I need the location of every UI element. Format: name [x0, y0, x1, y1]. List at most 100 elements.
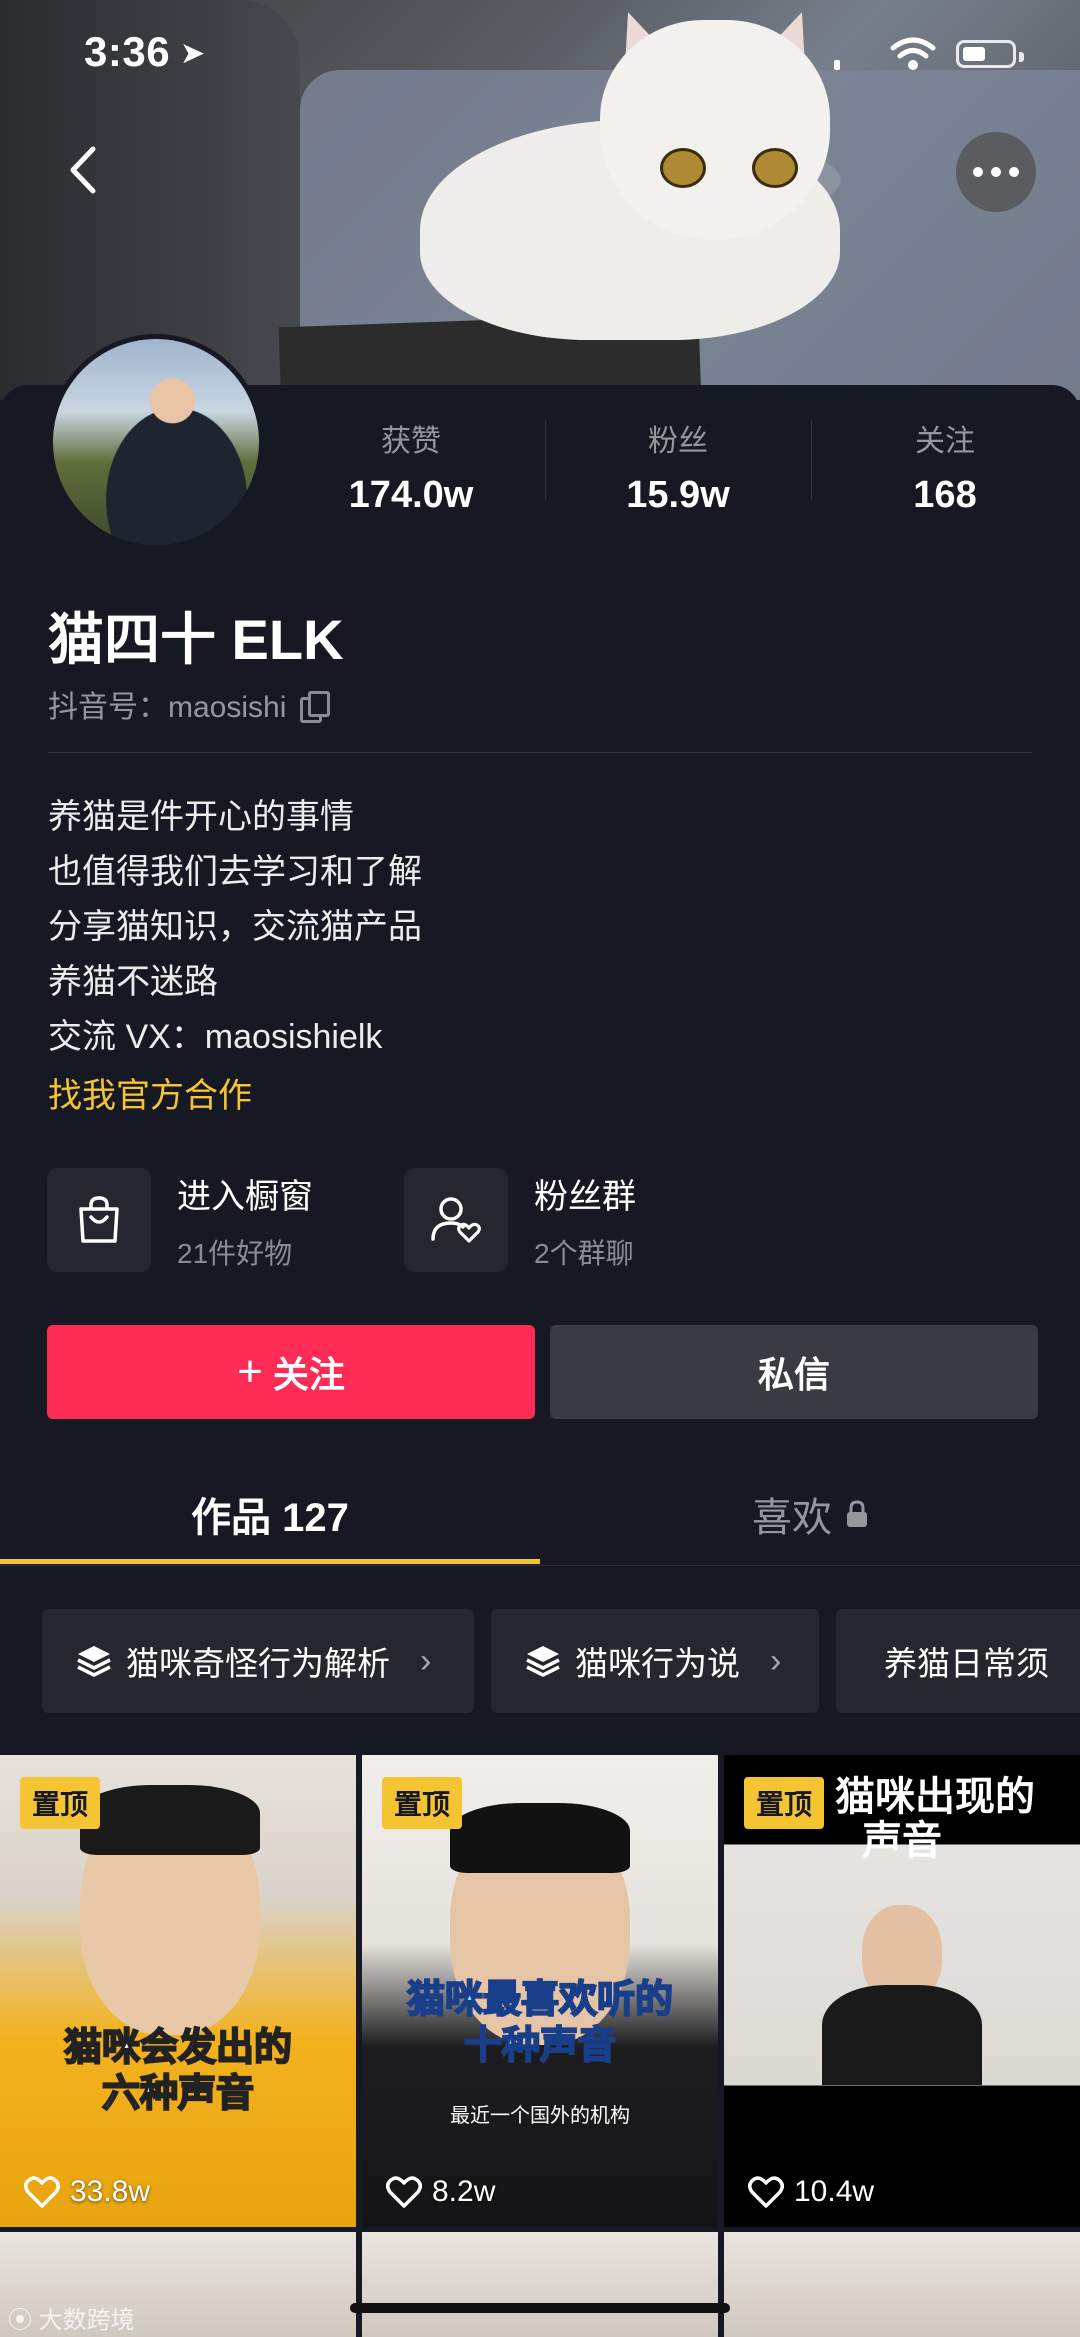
tab-works-label: 作品 127	[191, 1496, 349, 1540]
thumb-hair	[450, 1803, 630, 1873]
collection-chip[interactable]: 猫咪奇怪行为解析 ›	[42, 1609, 474, 1713]
video-subcaption: 最近一个国外的机构	[450, 2105, 630, 2127]
back-button[interactable]	[52, 140, 112, 200]
bio-line: 交流 VX：maosishielk	[48, 1018, 383, 1056]
tab-indicator	[0, 1559, 540, 1564]
stat-likes[interactable]: 获赞 174.0w	[311, 416, 511, 517]
wifi-icon	[890, 37, 936, 70]
chevron-left-icon	[70, 146, 96, 194]
stat-label: 关注	[915, 425, 975, 458]
video-thumbnail[interactable]: 猫咪出现的 声音 置顶 10.4w	[724, 1755, 1080, 2227]
more-button[interactable]	[956, 132, 1036, 212]
tab-likes[interactable]: 喜欢	[540, 1485, 1080, 1543]
collection-chip[interactable]: 养猫日常须	[836, 1609, 1080, 1713]
fan-group-icon	[404, 1168, 508, 1272]
message-button[interactable]: 私信	[550, 1325, 1038, 1419]
pinned-badge: 置顶	[744, 1777, 825, 1829]
video-thumbnail[interactable]	[362, 2232, 718, 2337]
chevron-right-icon: ›	[770, 1641, 782, 1680]
profile-bio: 养猫是件开心的事情 也值得我们去学习和了解 分享猫知识，交流猫产品 养猫不迷路 …	[48, 790, 422, 1065]
collection-label: 猫咪行为说	[575, 1645, 740, 1682]
banner-cat-head	[600, 20, 830, 240]
caption-line: 猫咪最喜欢听的	[406, 1978, 674, 2022]
entry-title: 粉丝群	[534, 1177, 636, 1216]
video-likes: 10.4w	[748, 2175, 874, 2209]
pinned-badge: 置顶	[382, 1777, 463, 1829]
tab-divider	[0, 1565, 1080, 1566]
status-time: 3:36	[84, 28, 171, 75]
video-thumbnail[interactable]: 置顶 猫咪最喜欢听的 十种声音 最近一个国外的机构 8.2w	[362, 1755, 718, 2227]
bio-line: 养猫不迷路	[48, 963, 218, 1001]
layers-icon	[526, 1646, 560, 1677]
video-caption: 猫咪最喜欢听的 十种声音	[362, 1977, 718, 2069]
likes-count: 33.8w	[70, 2175, 151, 2208]
stat-following[interactable]: 关注 168	[845, 416, 1045, 517]
heart-icon	[386, 2176, 422, 2208]
more-dots-icon	[991, 167, 1001, 177]
video-thumbnail[interactable]	[724, 2232, 1080, 2337]
caption-line: 十种声音	[463, 2024, 617, 2068]
thumb-hair	[80, 1785, 260, 1855]
entry-subtitle: 2个群聊	[534, 1237, 634, 1269]
follow-label: 关注	[272, 1354, 345, 1395]
stat-label: 粉丝	[648, 425, 708, 458]
stat-followers[interactable]: 粉丝 15.9w	[578, 416, 778, 517]
cooperation-link[interactable]: 找我官方合作	[48, 1068, 252, 1117]
heart-icon	[748, 2176, 784, 2208]
thumb-body	[822, 1985, 982, 2085]
message-label: 私信	[757, 1354, 830, 1395]
bio-line: 也值得我们去学习和了解	[48, 853, 422, 891]
location-arrow-icon: ➤	[180, 37, 206, 70]
follow-button[interactable]: + 关注	[47, 1325, 535, 1419]
battery-nub	[1019, 52, 1024, 62]
stat-divider	[811, 420, 812, 500]
stat-value: 174.0w	[348, 474, 474, 516]
stat-label: 获赞	[381, 425, 441, 458]
bio-line: 分享猫知识，交流猫产品	[48, 908, 422, 946]
watermark-logo-icon: ⦿	[8, 2307, 39, 2334]
profile-name: 猫四十 ELK	[48, 608, 344, 671]
tab-likes-label: 喜欢	[752, 1496, 832, 1540]
collection-label: 猫咪奇怪行为解析	[126, 1645, 390, 1682]
video-caption: 猫咪会发出的 六种声音	[0, 2025, 356, 2117]
signal-icon	[834, 60, 840, 70]
more-dots-icon	[1009, 167, 1019, 177]
heart-icon	[24, 2176, 60, 2208]
banner-cat-eye	[660, 148, 706, 188]
bio-line: 养猫是件开心的事情	[48, 798, 354, 836]
chevron-right-icon: ›	[420, 1641, 432, 1680]
layers-icon	[77, 1646, 111, 1677]
stat-divider	[545, 420, 546, 500]
watermark-text: 大数跨境	[38, 2307, 135, 2334]
caption-line: 猫咪会发出的	[63, 2026, 293, 2070]
video-thumbnail[interactable]: 置顶 猫咪会发出的 六种声音 33.8w	[0, 1755, 356, 2227]
copy-icon[interactable]	[300, 691, 331, 723]
caption-line: 六种声音	[101, 2072, 255, 2116]
stat-value: 168	[913, 474, 977, 516]
entry-subtitle: 21件好物	[177, 1237, 293, 1269]
profile-handle: 抖音号：maosishi	[48, 682, 331, 726]
fan-group-entry[interactable]: 粉丝群 2个群聊	[404, 1168, 636, 1272]
battery-level	[963, 47, 985, 61]
collection-label: 养猫日常须	[884, 1645, 1049, 1682]
likes-count: 10.4w	[794, 2175, 875, 2208]
avatar[interactable]	[48, 334, 264, 550]
watermark: ⦿ 大数跨境	[8, 2300, 135, 2335]
home-indicator[interactable]	[350, 2303, 730, 2313]
banner-cat-eye	[752, 148, 798, 188]
video-likes: 33.8w	[24, 2175, 150, 2209]
lock-icon	[847, 1500, 867, 1527]
pinned-badge: 置顶	[20, 1777, 101, 1829]
avatar-image	[53, 339, 259, 545]
battery-icon	[956, 40, 1024, 68]
shopping-bag-icon	[47, 1168, 151, 1272]
handle-text: 抖音号：maosishi	[48, 691, 287, 724]
divider	[48, 752, 1032, 753]
more-dots-icon	[973, 167, 983, 177]
collection-chip[interactable]: 猫咪行为说 ›	[491, 1609, 819, 1713]
likes-count: 8.2w	[432, 2175, 496, 2208]
plus-icon: +	[237, 1347, 263, 1396]
tab-works[interactable]: 作品 127	[0, 1485, 540, 1543]
stat-value: 15.9w	[626, 474, 730, 516]
shop-window-entry[interactable]: 进入橱窗 21件好物	[47, 1168, 313, 1272]
